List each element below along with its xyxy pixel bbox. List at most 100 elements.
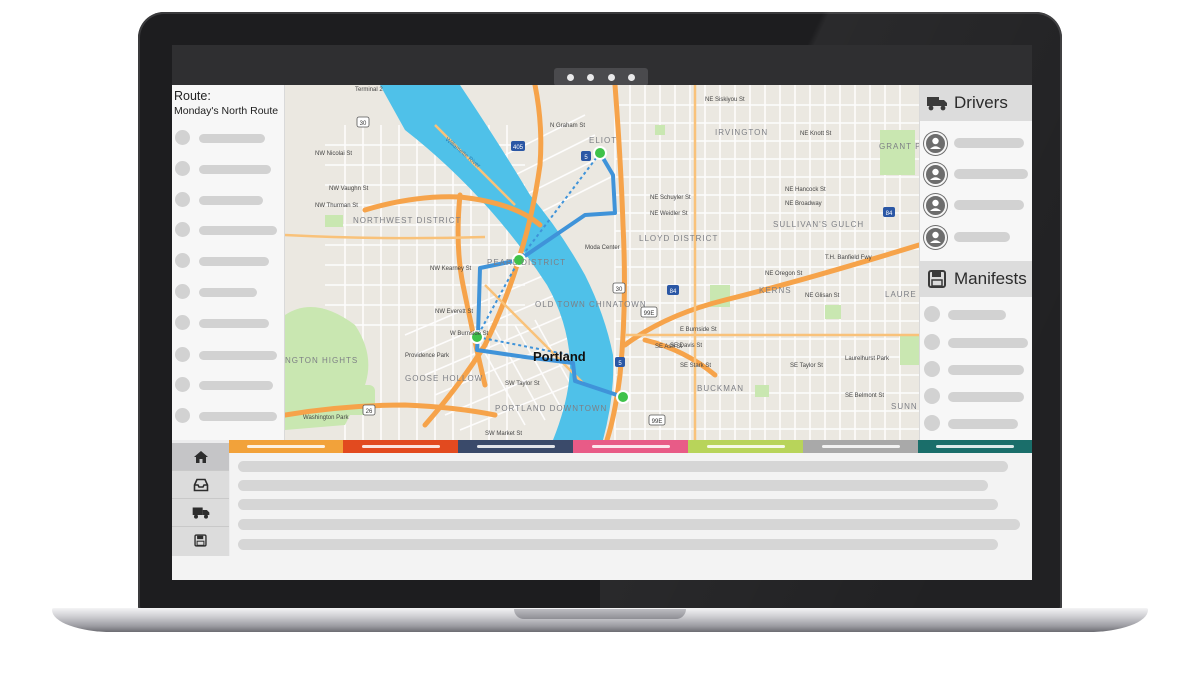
route-stop-item[interactable] — [175, 253, 279, 269]
pager-dots[interactable] — [554, 68, 648, 86]
tab-label-placeholder — [247, 445, 325, 448]
route-stop-item[interactable] — [175, 377, 279, 393]
home-nav-button[interactable] — [172, 443, 229, 471]
content-line — [238, 461, 1008, 472]
color-tab[interactable] — [688, 440, 803, 453]
stop-placeholder-bar — [199, 134, 265, 143]
shield-label: 84 — [886, 211, 893, 217]
color-tab[interactable] — [573, 440, 688, 453]
truck-nav-button[interactable] — [172, 499, 229, 527]
route-stop-item[interactable] — [175, 161, 279, 177]
stop-placeholder-bar — [199, 196, 263, 205]
street-label: NE Broadway — [785, 201, 822, 207]
manifests-header[interactable]: Manifests — [920, 261, 1032, 297]
color-tab[interactable] — [803, 440, 918, 453]
street-label: NE Weidler St — [650, 211, 688, 217]
home-icon — [193, 450, 208, 463]
driver-item[interactable] — [924, 194, 1030, 217]
user-avatar-icon — [924, 194, 947, 217]
tab-label-placeholder — [361, 445, 440, 448]
district-label: OLD TOWN CHINATOWN — [535, 300, 647, 309]
street-label: SE Belmont St — [845, 393, 884, 399]
district-label: LLOYD DISTRICT — [639, 234, 718, 243]
stop-placeholder-bar — [199, 288, 257, 297]
inbox-icon — [193, 478, 208, 491]
color-tab[interactable] — [458, 440, 573, 453]
drivers-title: Drivers — [954, 93, 1008, 112]
tab-label-placeholder — [821, 445, 900, 448]
save-nav-button[interactable] — [172, 527, 229, 554]
street-label: NW Thurman St — [315, 203, 358, 209]
city-label: Portland — [533, 349, 586, 364]
manifest-dot — [924, 361, 940, 377]
route-stop-item[interactable] — [175, 347, 279, 363]
street-label: NW Vaughn St — [329, 186, 369, 192]
user-avatar-icon — [924, 226, 947, 249]
driver-item[interactable] — [924, 226, 1030, 249]
route-stop-item[interactable] — [175, 130, 279, 146]
street-label: NE Hancock St — [785, 187, 826, 193]
stop-dot — [175, 192, 190, 207]
tab-label-placeholder — [476, 445, 555, 448]
street-label: NE Knott St — [800, 131, 832, 137]
color-tab[interactable] — [918, 440, 1032, 453]
manifest-placeholder-bar — [948, 365, 1024, 375]
manifest-item[interactable] — [924, 334, 1030, 352]
district-label: SUNN — [891, 402, 918, 411]
map-canvas[interactable]: 30 405 5 84 99E 26 30 5 84 99E NORTHWEST… — [285, 85, 919, 440]
street-label: NE Glisan St — [805, 293, 840, 299]
street-label: SE Taylor St — [790, 363, 823, 369]
manifest-item[interactable] — [924, 388, 1030, 406]
street-label: T.H. Banfield Fwy — [825, 255, 872, 261]
pager-dot[interactable] — [567, 73, 575, 81]
manifest-dot — [924, 415, 940, 431]
manifest-item[interactable] — [924, 361, 1030, 379]
manifest-item[interactable] — [924, 306, 1030, 324]
shield-label: 84 — [670, 289, 677, 295]
pager-dot[interactable] — [627, 73, 635, 81]
stop-placeholder-bar — [199, 351, 277, 360]
color-tab[interactable] — [343, 440, 458, 453]
stop-dot — [175, 408, 190, 423]
shield-label: 99E — [652, 419, 663, 425]
color-tabs — [172, 440, 1032, 453]
route-stop-item[interactable] — [175, 315, 279, 331]
route-panel: Route: Monday's North Route — [172, 85, 285, 440]
manifest-placeholder-bar — [948, 338, 1028, 348]
pager-dot[interactable] — [607, 73, 615, 81]
route-title: Route: — [174, 89, 211, 103]
street-label: NE Oregon St — [765, 271, 803, 277]
truck-icon — [192, 507, 209, 519]
street-label: Laurelhurst Park — [845, 356, 890, 362]
street-label: N Graham St — [550, 123, 585, 129]
driver-placeholder-bar — [954, 169, 1028, 179]
stop-placeholder-bar — [199, 319, 269, 328]
district-label: GRANT PARK — [879, 142, 919, 151]
street-label: NW Kearney St — [430, 266, 472, 272]
stop-dot — [175, 130, 190, 145]
pager-dot[interactable] — [587, 73, 595, 81]
content-line — [238, 480, 988, 491]
driver-item[interactable] — [924, 132, 1030, 155]
route-stop-item[interactable] — [175, 192, 279, 208]
manifest-item[interactable] — [924, 415, 1030, 433]
stop-dot — [175, 315, 190, 330]
route-stop-item[interactable] — [175, 284, 279, 300]
drivers-header[interactable]: Drivers — [920, 85, 1032, 121]
street-label: NW Nicolai St — [315, 151, 352, 157]
user-avatar-icon — [924, 132, 947, 155]
manifest-placeholder-bar — [948, 392, 1024, 402]
manifest-placeholder-bar — [948, 419, 1018, 429]
district-label: SULLIVAN'S GULCH — [773, 220, 864, 229]
route-stop-item[interactable] — [175, 408, 279, 424]
content-area — [230, 453, 1032, 580]
district-label: PEARL DISTRICT — [487, 258, 566, 267]
driver-item[interactable] — [924, 163, 1030, 186]
route-stop-item[interactable] — [175, 222, 279, 238]
street-label: SW Taylor St — [505, 381, 540, 387]
route-name: Monday's North Route — [174, 105, 279, 117]
color-tab[interactable] — [229, 440, 343, 453]
stop-placeholder-bar — [199, 226, 277, 235]
inbox-nav-button[interactable] — [172, 471, 229, 499]
route-map[interactable]: 30 405 5 84 99E 26 30 5 84 99E NORTHWEST… — [285, 85, 919, 440]
